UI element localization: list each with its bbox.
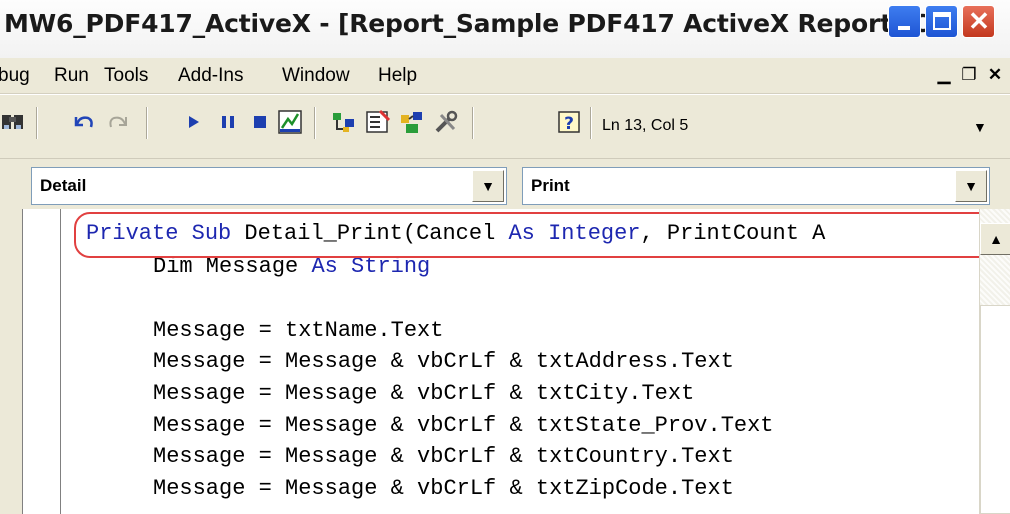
break-icon[interactable]	[214, 107, 242, 137]
margin-indicator-bar[interactable]	[23, 209, 61, 514]
toolbar-separator	[36, 107, 38, 139]
code-line[interactable]: Message = Message & vbCrLf & txtAddress.…	[153, 346, 734, 378]
maximize-button[interactable]	[925, 5, 958, 38]
menu-add-ins[interactable]: Add-Ins	[178, 65, 243, 87]
menu-window[interactable]: Window	[282, 65, 350, 87]
code-line[interactable]: Message = Message & vbCrLf & txtState_Pr…	[153, 410, 774, 442]
scrollbar-thumb[interactable]	[980, 305, 1010, 514]
close-button[interactable]: ✕	[962, 5, 995, 38]
code-window: Private Sub Detail_Print(Cancel As Integ…	[0, 209, 1010, 514]
menu-help[interactable]: Help	[378, 65, 417, 87]
toolbar-options-chevron-icon[interactable]: ▼	[973, 119, 987, 135]
code-line[interactable]: Message = txtName.Text	[153, 315, 443, 347]
toolbox-icon[interactable]	[432, 107, 460, 137]
toolbar-separator	[314, 107, 316, 139]
object-combo[interactable]: Detail ▼	[31, 167, 507, 205]
code-editor[interactable]: Private Sub Detail_Print(Cancel As Integ…	[22, 209, 1010, 514]
minimize-icon	[898, 26, 910, 30]
toolbar-separator	[472, 107, 474, 139]
scroll-up-arrow-icon[interactable]: ▲	[980, 223, 1010, 255]
toolbar-separator	[146, 107, 148, 139]
chevron-down-icon[interactable]: ▼	[955, 170, 987, 202]
close-icon: ✕	[968, 6, 990, 36]
menu-bar: bug Run Tools Add-Ins Window Help ▁ ❐ ✕	[0, 58, 1010, 94]
object-combo-value: Detail	[40, 176, 87, 195]
menu-tools[interactable]: Tools	[104, 65, 148, 87]
mdi-minimize-button[interactable]: ▁	[933, 64, 955, 86]
mdi-restore-button[interactable]: ❐	[958, 64, 980, 86]
run-icon[interactable]	[180, 107, 208, 137]
design-mode-icon[interactable]	[276, 107, 304, 137]
reset-icon[interactable]	[246, 107, 274, 137]
code-line[interactable]: Message = Message & vbCrLf & txtCountry.…	[153, 441, 734, 473]
menu-debug[interactable]: bug	[0, 65, 30, 87]
procedure-combo-value: Print	[531, 176, 570, 195]
procedure-combo[interactable]: Print ▼	[522, 167, 990, 205]
properties-icon[interactable]	[364, 107, 392, 137]
find-icon[interactable]	[0, 107, 28, 137]
standard-toolbar: ? Ln 13, Col 5 ▼	[0, 95, 1010, 159]
chevron-down-icon[interactable]: ▼	[472, 170, 504, 202]
toolbar-separator	[590, 107, 592, 139]
object-browser-icon[interactable]	[398, 107, 426, 137]
help-icon[interactable]: ?	[556, 107, 584, 137]
menu-run[interactable]: Run	[54, 65, 89, 87]
highlight-oval	[74, 212, 999, 258]
svg-text:?: ?	[564, 114, 574, 134]
minimize-button[interactable]	[888, 5, 921, 38]
title-bar: MW6_PDF417_ActiveX - [Report_Sample PDF4…	[0, 0, 1010, 58]
code-line[interactable]: Message = Message & vbCrLf & txtCity.Tex…	[153, 378, 694, 410]
code-line[interactable]: Message = Message & vbCrLf & txtZipCode.…	[153, 473, 734, 505]
cursor-position: Ln 13, Col 5	[602, 117, 689, 134]
vertical-scrollbar[interactable]: ▲	[979, 209, 1010, 514]
maximize-icon	[933, 12, 951, 30]
window-title: MW6_PDF417_ActiveX - [Report_Sample PDF4…	[4, 9, 958, 38]
mdi-close-button[interactable]: ✕	[984, 64, 1006, 86]
undo-icon[interactable]	[70, 107, 98, 137]
code-window-combos: Detail ▼ Print ▼	[0, 159, 1010, 209]
project-explorer-icon[interactable]	[330, 107, 358, 137]
redo-icon[interactable]	[104, 107, 132, 137]
